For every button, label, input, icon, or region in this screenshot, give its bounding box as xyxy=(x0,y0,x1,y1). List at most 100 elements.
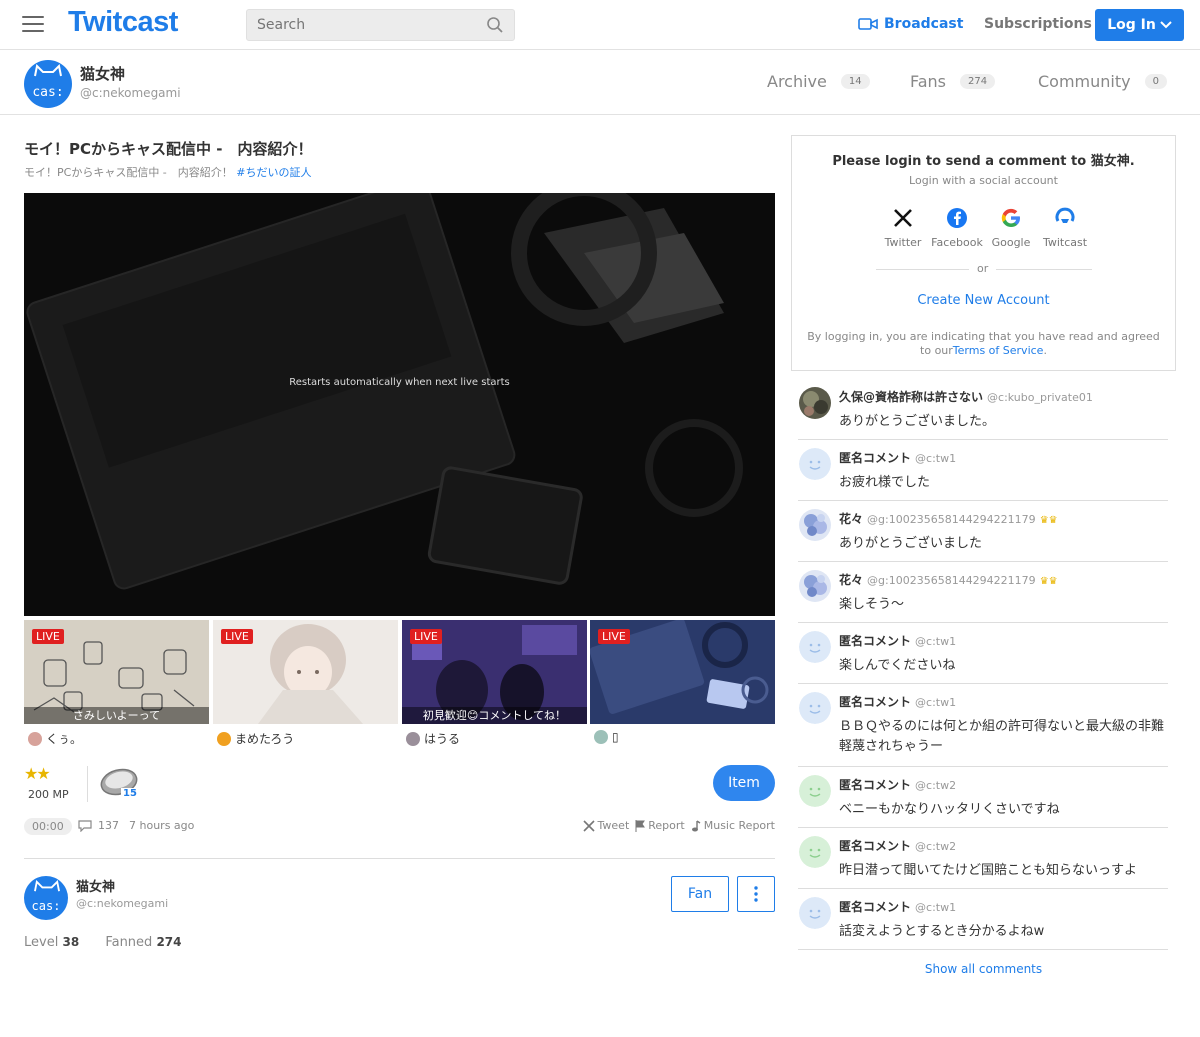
owner-id: @c:nekomegami xyxy=(76,897,169,910)
cat-ears-icon xyxy=(34,880,60,892)
thumbnail-user[interactable]: ▯ xyxy=(594,730,619,744)
player-message: Restarts automatically when next live st… xyxy=(289,377,510,388)
commenter-id: @c:kubo_private01 xyxy=(987,391,1093,404)
commenter-display-name: 花々 xyxy=(839,512,864,526)
google-login-button[interactable]: Google xyxy=(983,206,1039,249)
thumbnail-user[interactable]: くぅ。 xyxy=(28,730,82,747)
facebook-login-button[interactable]: Facebook xyxy=(929,206,985,249)
commenter-avatar[interactable] xyxy=(799,448,831,480)
tab-community[interactable]: Community 0 xyxy=(1038,72,1167,91)
commenter-avatar[interactable] xyxy=(799,570,831,602)
login-button[interactable]: Log In xyxy=(1095,9,1184,41)
stream-subtitle: モイ！PCからキャス配信中 - 内容紹介！ #ちだいの証人 xyxy=(24,164,312,180)
fanned-label: Fanned xyxy=(105,935,153,950)
live-thumbnail[interactable]: LIVE 初見歓迎😊コメントしてね！ はうる xyxy=(402,620,587,746)
live-thumbnail[interactable]: LIVE ▯ xyxy=(590,620,775,744)
tweet-button[interactable]: Tweet xyxy=(582,819,630,832)
level-value: 38 xyxy=(62,935,80,949)
commenter-display-name: 匿名コメント xyxy=(839,451,912,465)
video-player[interactable]: Restarts automatically when next live st… xyxy=(24,193,775,616)
search-input[interactable] xyxy=(247,10,477,40)
commenter-name[interactable]: 花々 @g:100235658144294221179 ♛♛ xyxy=(839,510,1058,527)
crown-icon: ♛♛ xyxy=(1039,515,1058,526)
profile-id: @c:nekomegami xyxy=(80,86,181,100)
comment-item: 匿名コメント @c:tw1 ＢＢＱやるのには何とか組の許可得ないと最大級の非難軽蔑さ… xyxy=(798,684,1168,767)
avatar[interactable]: cas: xyxy=(24,60,72,108)
terms-link[interactable]: Terms of Service xyxy=(953,344,1044,357)
twitter-login-button[interactable]: Twitter xyxy=(875,206,931,249)
commenter-name[interactable]: 匿名コメント @c:tw1 xyxy=(839,632,956,649)
comment-text: 話変えようとするとき分かるよねw xyxy=(839,924,1045,939)
commenter-avatar[interactable] xyxy=(799,897,831,929)
commenter-avatar[interactable] xyxy=(799,509,831,541)
search-icon[interactable] xyxy=(486,16,504,34)
comment-icon xyxy=(78,819,92,832)
more-button[interactable] xyxy=(737,876,775,912)
avatar-text: cas: xyxy=(32,85,64,100)
user-name: まめたろう xyxy=(235,732,295,746)
commenter-avatar[interactable] xyxy=(799,836,831,868)
create-account-link[interactable]: Create New Account xyxy=(792,293,1175,308)
comment-item: 花々 @g:100235658144294221179 ♛♛ ありがとうございました xyxy=(798,501,1168,562)
subscriptions-link[interactable]: Subscriptions xyxy=(984,16,1092,32)
thumbnail-image: LIVE さみしいよーって xyxy=(24,620,209,724)
live-thumbnail[interactable]: LIVE さみしいよーって くぅ。 xyxy=(24,620,209,746)
commenter-name[interactable]: 匿名コメント @c:tw1 xyxy=(839,898,956,915)
music-report-button[interactable]: Music Report xyxy=(691,819,775,832)
twitcast-login-button[interactable]: Twitcast xyxy=(1037,206,1093,249)
tab-archive[interactable]: Archive 14 xyxy=(767,72,870,91)
comment-text: 楽しそう〜 xyxy=(839,597,905,612)
tab-count: 14 xyxy=(840,74,870,89)
report-button[interactable]: Report xyxy=(635,819,685,832)
owner-avatar[interactable]: cas: xyxy=(24,876,68,920)
commenter-avatar[interactable] xyxy=(799,387,831,419)
menu-icon[interactable] xyxy=(22,16,44,34)
flag-icon xyxy=(635,819,646,832)
star-rating: ★★ xyxy=(24,764,51,783)
time-ago: 7 hours ago xyxy=(129,819,195,832)
comment-item: 匿名コメント @c:tw2 昨日潜って聞いてたけど国賠ことも知らないっすよ xyxy=(798,828,1168,889)
commenter-name[interactable]: 匿名コメント @c:tw2 xyxy=(839,776,956,793)
commenter-id: @c:tw1 xyxy=(915,635,957,648)
commenter-name[interactable]: 匿名コメント @c:tw1 xyxy=(839,449,956,466)
broadcast-link[interactable]: Broadcast xyxy=(858,16,963,32)
commenter-avatar[interactable] xyxy=(799,631,831,663)
comment-item: 匿名コメント @c:tw1 話変えようとするとき分かるよねw xyxy=(798,889,1168,950)
tab-count: 0 xyxy=(1144,74,1167,89)
fanned-value: 274 xyxy=(156,935,182,949)
thumbnail-user[interactable]: はうる xyxy=(406,730,460,747)
commenter-display-name: 花々 xyxy=(839,573,864,587)
commenter-name[interactable]: 花々 @g:100235658144294221179 ♛♛ xyxy=(839,571,1058,588)
thumbnail-image: LIVE xyxy=(590,620,775,724)
commenter-name[interactable]: 匿名コメント @c:tw2 xyxy=(839,837,956,854)
commenter-id: @g:100235658144294221179 xyxy=(867,574,1036,587)
live-badge: LIVE xyxy=(410,629,442,644)
user-avatar xyxy=(406,731,420,746)
crown-icon: ♛♛ xyxy=(1039,576,1058,587)
fan-button[interactable]: Fan xyxy=(671,876,729,912)
commenter-display-name: 匿名コメント xyxy=(839,839,912,853)
commenter-name[interactable]: 久保@資格詐称は許さない @c:kubo_private01 xyxy=(839,388,1093,405)
hashtag-link[interactable]: #ちだいの証人 xyxy=(236,166,311,179)
thumbnail-user[interactable]: まめたろう xyxy=(217,730,294,747)
comment-count: 137 xyxy=(98,819,119,832)
item-button[interactable]: Item xyxy=(713,765,775,801)
live-badge: LIVE xyxy=(598,629,630,644)
login-box-title: Please login to send a comment to 猫女神. xyxy=(832,154,1135,169)
commenter-avatar[interactable] xyxy=(799,775,831,807)
show-all-comments-link[interactable]: Show all comments xyxy=(791,962,1176,976)
commenter-id: @c:tw1 xyxy=(915,901,957,914)
profile-name[interactable]: 猫女神 xyxy=(80,63,125,84)
tab-fans[interactable]: Fans 274 xyxy=(910,72,996,91)
player-background xyxy=(24,193,775,616)
tweet-label: Tweet xyxy=(597,819,630,832)
commenter-name[interactable]: 匿名コメント @c:tw1 xyxy=(839,693,956,710)
commenter-avatar[interactable] xyxy=(799,692,831,724)
comment-text: ベニーもかなりハッタリくさいですね xyxy=(839,802,1060,817)
live-thumbnail[interactable]: LIVE まめたろう xyxy=(213,620,398,746)
tab-label: Community xyxy=(1038,72,1131,91)
owner-name[interactable]: 猫女神 xyxy=(76,876,115,895)
social-label: Twitter xyxy=(884,236,922,249)
logo[interactable]: Twitcast xyxy=(68,6,178,39)
commenter-display-name: 久保@資格詐称は許さない xyxy=(839,390,984,404)
